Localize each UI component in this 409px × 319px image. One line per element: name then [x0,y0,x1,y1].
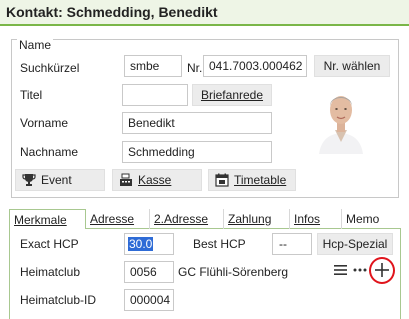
tab-adresse-label: Adresse [90,212,135,226]
timetable-button[interactable]: Timetable [208,169,296,191]
titel-field[interactable] [122,84,188,106]
tab-2-adresse-label: 2.Adresse [154,212,209,226]
event-button-label: Event [41,173,72,187]
trophy-icon [22,174,36,186]
add-club-button[interactable] [369,257,395,284]
tab-infos[interactable]: Infos [290,209,342,229]
nachname-label: Nachname [20,145,79,159]
timetable-button-label: Timetable [234,173,287,187]
exact-hcp-field[interactable]: 30.0 [124,233,174,255]
briefanrede-button-label: Briefanrede [200,88,264,102]
tab-zahlung[interactable]: Zahlung [224,209,290,229]
suchkuerzel-field[interactable]: smbe [124,55,182,77]
tab-merkmale[interactable]: Merkmale [9,209,86,230]
briefanrede-button[interactable]: Briefanrede [192,84,272,106]
event-button[interactable]: Event [15,169,105,191]
tab-merkmale-label: Merkmale [14,213,67,227]
nr-label: Nr. [187,61,203,75]
nr-field[interactable]: 041.7003.000462 [203,55,307,77]
tab-2-adresse[interactable]: 2.Adresse [150,209,224,229]
window-title: Kontakt: Schmedding, Benedikt [6,4,218,20]
tab-infos-label: Infos [294,212,321,226]
cash-register-icon [120,173,132,186]
contact-photo [315,84,367,154]
heimatclub-id-label: Heimatclub-ID [20,293,97,307]
nachname-field[interactable]: Schmedding [122,141,272,163]
tab-memo[interactable]: Memo [342,209,401,229]
heimatclub-id-field[interactable]: 000004 [124,289,174,311]
window-titlebar: Kontakt: Schmedding, Benedikt [0,0,409,26]
heimatclub-code-field[interactable]: 0056 [124,261,174,283]
kasse-button[interactable]: Kasse [112,169,202,191]
hcp-spezial-button[interactable]: Hcp-Spezial [317,233,393,255]
list-icon[interactable] [334,264,347,276]
heimatclub-label: Heimatclub [20,265,81,279]
titel-label: Titel [20,88,43,102]
tab-memo-label: Memo [346,212,380,226]
kasse-button-label: Kasse [138,173,172,187]
name-group-legend: Name [17,38,54,52]
vorname-field[interactable]: Benedikt [122,112,272,134]
best-hcp-field[interactable]: -- [272,233,312,255]
heimatclub-name: GC Flühli-Sörenberg [178,265,289,279]
more-icon[interactable] [353,268,367,272]
exact-hcp-value: 30.0 [128,237,154,251]
best-hcp-label: Best HCP [193,237,246,251]
calendar-icon [215,173,229,187]
tab-zahlung-label: Zahlung [228,212,272,226]
vorname-label: Vorname [20,116,69,130]
tab-adresse[interactable]: Adresse [86,209,150,229]
plus-icon [375,263,389,277]
nr-waehlen-button[interactable]: Nr. wählen [314,55,390,77]
suchkuerzel-label: Suchkürzel [20,61,80,75]
exact-hcp-label: Exact HCP [20,237,79,251]
